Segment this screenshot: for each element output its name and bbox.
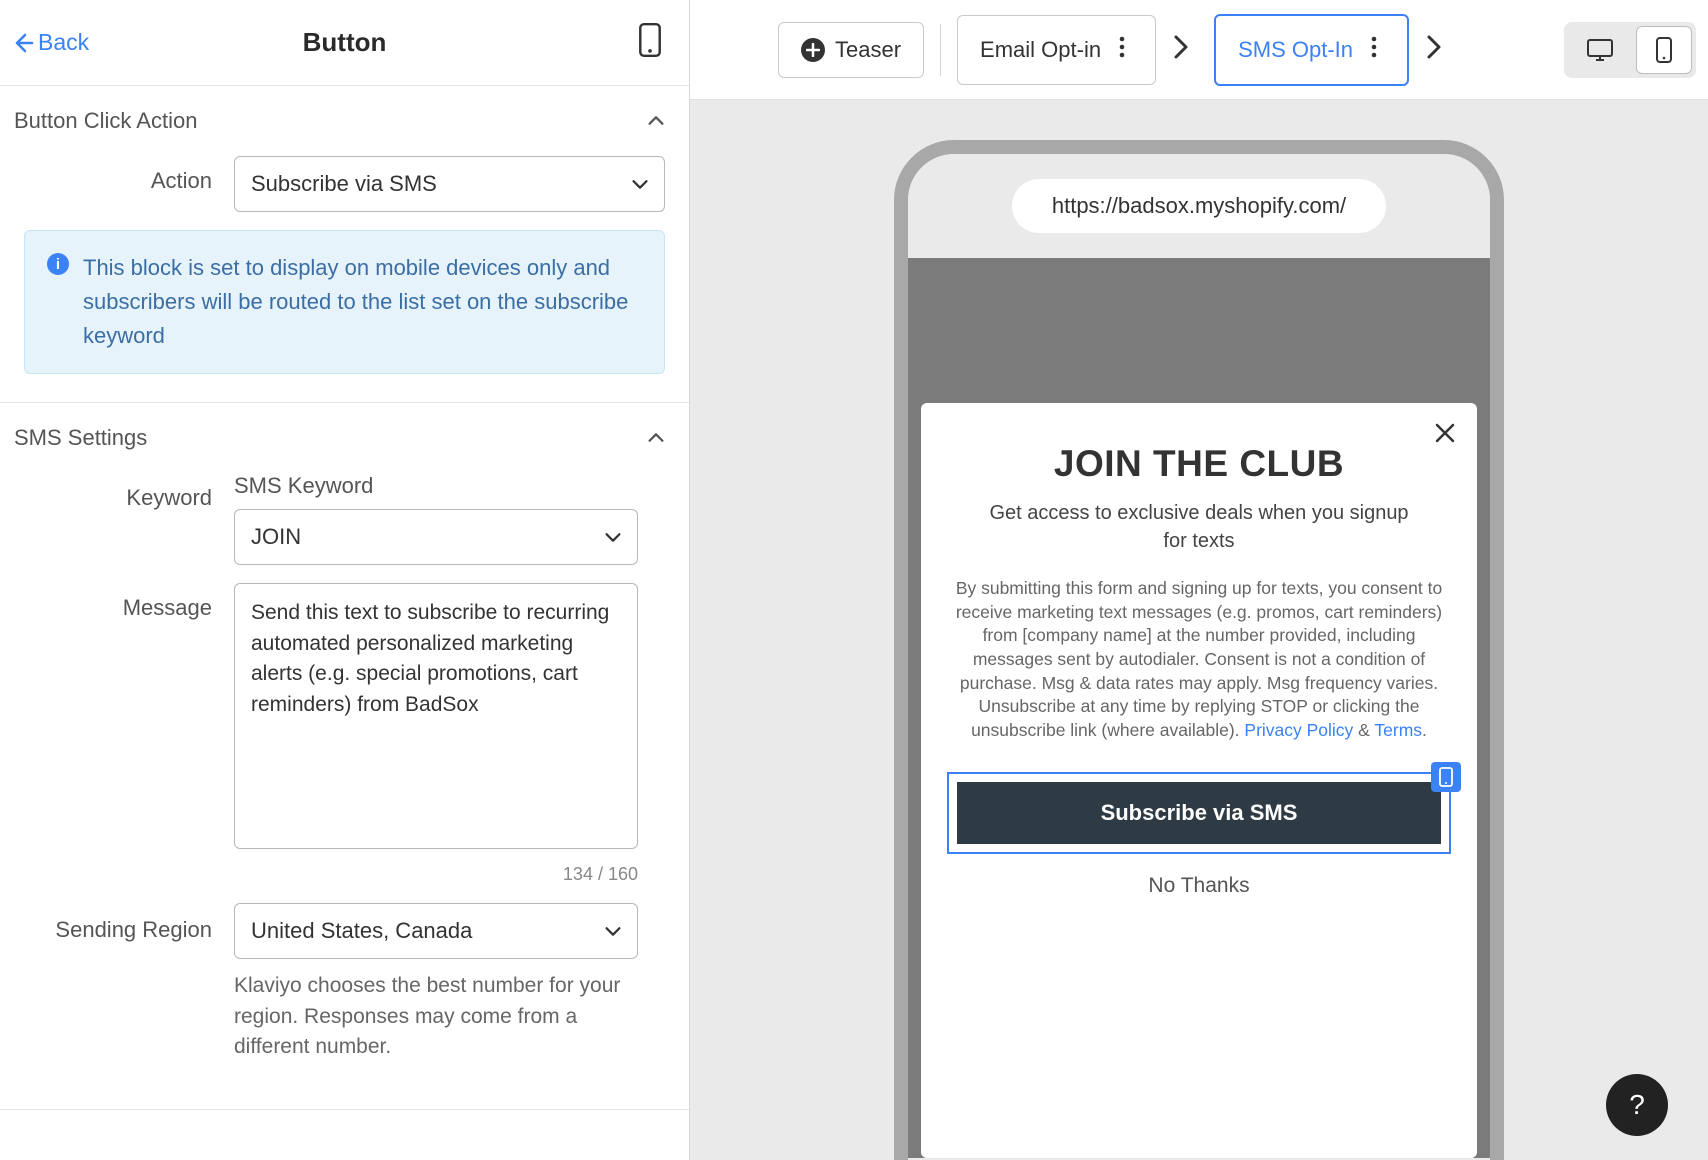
more-menu-icon[interactable] — [1111, 30, 1133, 70]
subscribe-sms-button[interactable]: Subscribe via SMS — [957, 782, 1441, 844]
keyword-sublabel: SMS Keyword — [234, 473, 665, 499]
message-textarea[interactable] — [234, 583, 638, 849]
toolbar: Teaser Email Opt-in SMS Opt-In — [690, 0, 1708, 100]
phone-addressbar: https://badsox.myshopify.com/ — [908, 154, 1490, 258]
sms-optin-label: SMS Opt-In — [1238, 37, 1353, 63]
no-thanks-button[interactable]: No Thanks — [947, 874, 1451, 898]
period-text: . — [1422, 720, 1427, 740]
region-label: Sending Region — [24, 903, 234, 943]
section-title: SMS Settings — [14, 425, 147, 451]
popup-title: JOIN THE CLUB — [947, 443, 1451, 485]
keyword-select[interactable]: JOIN — [234, 509, 638, 565]
popup-legal: By submitting this form and signing up f… — [947, 577, 1451, 742]
action-select[interactable]: Subscribe via SMS — [234, 156, 665, 212]
mobile-view-button[interactable] — [1636, 26, 1692, 74]
teaser-button[interactable]: Teaser — [778, 22, 924, 78]
panel-header: Back Button — [0, 0, 689, 86]
viewport-toggle — [1564, 22, 1696, 78]
info-callout: i This block is set to display on mobile… — [24, 230, 665, 374]
panel-title: Button — [303, 27, 387, 58]
section-sms-settings: SMS Settings Keyword SMS Keyword JOIN Me — [0, 403, 689, 1109]
signup-popup: JOIN THE CLUB Get access to exclusive de… — [921, 403, 1477, 1158]
chevron-right-icon — [1164, 34, 1198, 65]
close-button[interactable] — [1433, 421, 1457, 450]
terms-link[interactable]: Terms — [1374, 720, 1422, 740]
section-title: Button Click Action — [14, 108, 197, 134]
email-optin-button[interactable]: Email Opt-in — [957, 15, 1156, 85]
info-icon: i — [47, 253, 69, 275]
preview-area: https://badsox.myshopify.com/ JOIN THE C… — [690, 100, 1708, 1160]
chevron-right-icon — [1417, 34, 1451, 65]
email-optin-label: Email Opt-in — [980, 37, 1101, 63]
teaser-label: Teaser — [835, 37, 901, 63]
section-click-action: Button Click Action Action Subscribe via… — [0, 86, 689, 403]
cta-selection-frame[interactable]: Subscribe via SMS — [947, 772, 1451, 854]
mobile-icon — [1655, 37, 1673, 63]
desktop-view-button[interactable] — [1568, 26, 1632, 74]
char-count: 134 / 160 — [234, 864, 638, 885]
step-sms-optin: SMS Opt-In — [1214, 14, 1451, 86]
help-button[interactable]: ? — [1606, 1074, 1668, 1136]
mobile-icon — [1439, 767, 1453, 787]
keyword-label: Keyword — [24, 473, 234, 511]
url-display: https://badsox.myshopify.com/ — [1012, 179, 1386, 233]
chevron-up-icon — [645, 427, 667, 449]
section-header-click-action[interactable]: Button Click Action — [0, 86, 689, 156]
back-label: Back — [38, 29, 89, 56]
step-email-optin: Email Opt-in — [957, 15, 1198, 85]
more-menu-icon[interactable] — [1363, 30, 1385, 70]
message-label: Message — [24, 583, 234, 621]
mobile-device-icon[interactable] — [631, 18, 669, 67]
back-button[interactable]: Back — [10, 29, 89, 56]
region-select[interactable]: United States, Canada — [234, 903, 638, 959]
amp-text: & — [1353, 720, 1374, 740]
action-label: Action — [24, 156, 234, 194]
phone-frame: https://badsox.myshopify.com/ JOIN THE C… — [894, 140, 1504, 1160]
info-text: This block is set to display on mobile d… — [83, 251, 642, 353]
arrow-left-icon — [10, 31, 34, 55]
region-help: Klaviyo chooses the best number for your… — [234, 971, 638, 1062]
plus-circle-icon — [801, 38, 825, 62]
desktop-icon — [1586, 38, 1614, 62]
preview-panel: Teaser Email Opt-in SMS Opt-In — [690, 0, 1708, 1160]
chevron-up-icon — [645, 110, 667, 132]
close-icon — [1433, 421, 1457, 445]
phone-screen: JOIN THE CLUB Get access to exclusive de… — [908, 258, 1490, 1158]
settings-panel: Back Button Button Click Action Action S… — [0, 0, 690, 1160]
popup-subtitle: Get access to exclusive deals when you s… — [947, 499, 1451, 555]
mobile-badge — [1431, 762, 1461, 792]
sms-optin-button[interactable]: SMS Opt-In — [1214, 14, 1409, 86]
section-header-sms[interactable]: SMS Settings — [0, 403, 689, 473]
privacy-link[interactable]: Privacy Policy — [1244, 720, 1353, 740]
divider — [940, 24, 941, 76]
legal-text: By submitting this form and signing up f… — [956, 578, 1442, 740]
